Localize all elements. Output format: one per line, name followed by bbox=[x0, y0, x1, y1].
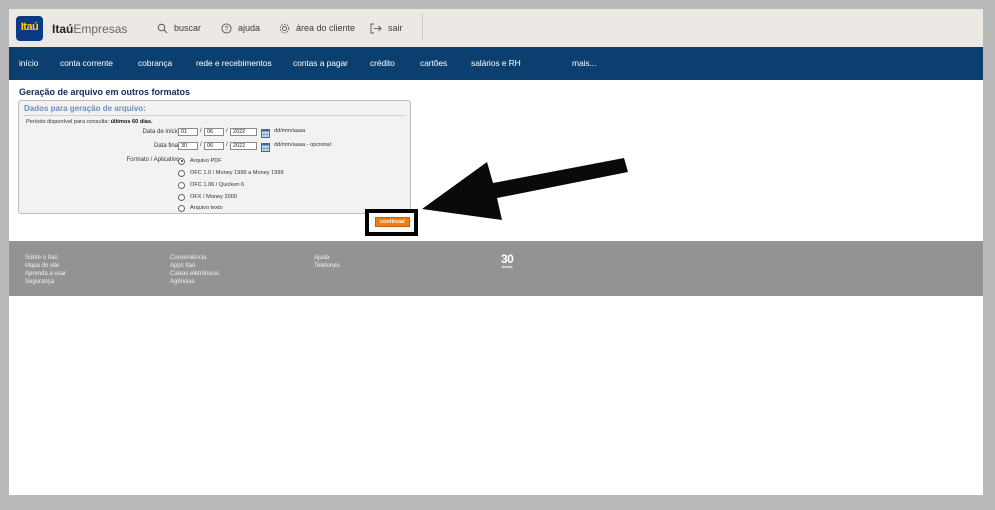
footer-link[interactable]: Agências bbox=[170, 278, 219, 286]
format-option-label: Arquivo texto bbox=[190, 205, 223, 211]
period-info: Período disponível para consulta: último… bbox=[26, 119, 153, 125]
annotation-arrow-icon bbox=[422, 158, 628, 220]
footer-link[interactable]: Sobre o Itaú bbox=[25, 254, 66, 262]
footer-link[interactable]: Conveniência bbox=[170, 254, 219, 262]
end-year-input[interactable]: 2022 bbox=[230, 142, 257, 150]
format-option-label: OFX / Money 2000 bbox=[190, 194, 237, 200]
footer-column-3: Ajuda Telefones bbox=[314, 254, 340, 270]
format-option-pdf[interactable]: Arquivo PDF bbox=[178, 157, 222, 165]
client-area-link[interactable]: área do cliente bbox=[279, 19, 355, 37]
radio-button[interactable] bbox=[178, 169, 185, 177]
page-title: Geração de arquivo em outros formatos bbox=[19, 87, 191, 97]
logout-label: sair bbox=[388, 23, 403, 33]
date-slash: / bbox=[200, 128, 202, 134]
brand-bold: Itaú bbox=[52, 22, 74, 36]
search-link-label: buscar bbox=[174, 23, 202, 33]
end-date-hint: dd/mm/aaaa - opcional bbox=[274, 142, 331, 148]
svg-text:?: ? bbox=[225, 26, 229, 33]
date-slash: / bbox=[226, 142, 228, 148]
itau-logo[interactable]: Itaú bbox=[16, 16, 43, 41]
exit-icon bbox=[370, 23, 382, 33]
date-slash: / bbox=[200, 142, 202, 148]
radio-button[interactable] bbox=[178, 181, 185, 189]
footer-column-2: Conveniência Apps Itaú Caixas eletrônico… bbox=[170, 254, 219, 286]
nav-item-cobranca[interactable]: cobrança bbox=[138, 58, 172, 68]
nav-item-conta-corrente[interactable]: conta corrente bbox=[60, 58, 113, 68]
format-option-label: OFC 1.0 / Money 1995 a Money 1999 bbox=[190, 170, 284, 176]
logo-text: Itaú bbox=[20, 21, 39, 33]
client-area-label: área do cliente bbox=[296, 23, 356, 33]
radio-button[interactable] bbox=[178, 193, 185, 201]
nav-item-cartoes[interactable]: cartões bbox=[420, 58, 447, 68]
header-divider bbox=[422, 13, 423, 41]
30-hours-badge: 30 horas bbox=[501, 253, 514, 269]
help-link[interactable]: ? ajuda bbox=[221, 19, 260, 37]
format-option-ofc10[interactable]: OFC 1.0 / Money 1995 a Money 1999 bbox=[178, 169, 284, 177]
start-month-input[interactable]: 06 bbox=[204, 128, 224, 136]
footer-column-1: Sobre o Itaú Mapa do site Aprenda a usar… bbox=[25, 254, 66, 286]
browser-page: Itaú ItaúEmpresas buscar ? ajuda área do… bbox=[9, 9, 983, 495]
nav-item-rede-recebimentos[interactable]: rede e recebimentos bbox=[196, 58, 272, 68]
start-day-input[interactable]: 01 bbox=[178, 128, 198, 136]
period-days: últimos 60 dias. bbox=[110, 119, 153, 125]
main-nav: início conta corrente cobrança rede e re… bbox=[9, 47, 983, 80]
nav-item-credito[interactable]: crédito bbox=[370, 58, 395, 68]
brand-light: Empresas bbox=[73, 22, 128, 36]
radio-button[interactable] bbox=[178, 204, 185, 212]
footer: Sobre o Itaú Mapa do site Aprenda a usar… bbox=[9, 241, 983, 296]
footer-link[interactable]: Aprenda a usar bbox=[25, 270, 66, 278]
start-date-hint: dd/mm/aaaa bbox=[274, 128, 306, 134]
format-option-ofc106[interactable]: OFC 1.06 / Quicken 6 bbox=[178, 181, 244, 189]
nav-item-inicio[interactable]: início bbox=[19, 58, 38, 68]
format-option-text[interactable]: Arquivo texto bbox=[178, 204, 223, 212]
calendar-icon[interactable] bbox=[261, 143, 270, 152]
top-header: Itaú ItaúEmpresas buscar ? ajuda área do… bbox=[9, 9, 983, 47]
period-text: Período disponível para consulta: bbox=[26, 119, 110, 125]
help-link-label: ajuda bbox=[238, 23, 261, 33]
footer-link[interactable]: Apps Itaú bbox=[170, 262, 219, 270]
nav-item-contas-a-pagar[interactable]: contas a pagar bbox=[293, 58, 348, 68]
start-date-label: Data de início: bbox=[142, 129, 181, 135]
help-icon: ? bbox=[221, 22, 232, 34]
search-link[interactable]: buscar bbox=[157, 19, 201, 37]
footer-link[interactable]: Caixas eletrônicos bbox=[170, 270, 219, 278]
format-label: Formato / Aplicativo: bbox=[126, 157, 181, 163]
nav-item-mais[interactable]: mais... bbox=[572, 58, 596, 68]
end-month-input[interactable]: 06 bbox=[204, 142, 224, 150]
panel-title: Dados para geração de arquivo: bbox=[24, 104, 146, 113]
format-option-label: OFC 1.06 / Quicken 6 bbox=[190, 182, 245, 188]
gear-icon bbox=[279, 23, 290, 33]
search-icon bbox=[157, 23, 168, 33]
end-day-input[interactable]: 30 bbox=[178, 142, 198, 150]
file-generation-panel: Dados para geração de arquivo: Período d… bbox=[18, 100, 411, 214]
footer-link[interactable]: Telefones bbox=[314, 262, 340, 270]
format-option-label: Arquivo PDF bbox=[190, 158, 222, 164]
footer-link[interactable]: Ajuda bbox=[314, 254, 340, 262]
panel-divider bbox=[24, 115, 405, 116]
end-date-label: Data final: bbox=[153, 143, 181, 149]
continue-highlight-frame: continuar bbox=[365, 209, 418, 236]
continue-button[interactable]: continuar bbox=[375, 217, 410, 227]
calendar-icon[interactable] bbox=[261, 129, 270, 138]
format-option-ofx[interactable]: OFX / Money 2000 bbox=[178, 193, 237, 201]
radio-button-checked[interactable] bbox=[178, 157, 185, 165]
brand-name: ItaúEmpresas bbox=[52, 22, 127, 36]
date-slash: / bbox=[226, 128, 228, 134]
logout-link[interactable]: sair bbox=[370, 19, 403, 37]
start-year-input[interactable]: 2022 bbox=[230, 128, 257, 136]
footer-link[interactable]: Segurança bbox=[25, 278, 66, 286]
badge-label: horas bbox=[501, 264, 513, 269]
footer-link[interactable]: Mapa do site bbox=[25, 262, 66, 270]
nav-item-salarios-rh[interactable]: salários e RH bbox=[471, 58, 521, 68]
